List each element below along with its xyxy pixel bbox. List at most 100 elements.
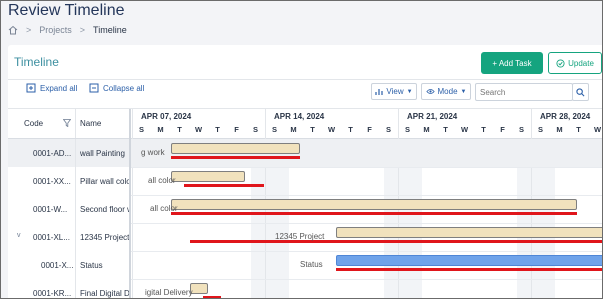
add-task-button[interactable]: + Add Task bbox=[481, 52, 543, 74]
task-bar-label: all color bbox=[148, 176, 176, 185]
task-bar[interactable] bbox=[171, 199, 577, 210]
task-bar[interactable] bbox=[171, 143, 300, 154]
week-label: APR 28, 2024 bbox=[540, 112, 591, 121]
column-divider bbox=[75, 195, 76, 223]
row-name: wall Painting bbox=[80, 148, 125, 158]
week-label: APR 07, 2024 bbox=[141, 112, 192, 121]
day-label: T bbox=[348, 125, 353, 134]
row-name: 12345 Project bbox=[80, 232, 129, 242]
day-label: S bbox=[518, 125, 524, 134]
breadcrumb: > Projects > Timeline bbox=[8, 25, 127, 35]
caret-down-icon: ▼ bbox=[460, 88, 467, 95]
row-name: Final Digital D bbox=[80, 288, 129, 298]
day-label: S bbox=[252, 125, 258, 134]
row-code: 0001-W... bbox=[33, 204, 68, 214]
filter-icon[interactable] bbox=[63, 119, 71, 127]
critical-path-line bbox=[190, 240, 602, 243]
day-label: M bbox=[157, 125, 164, 134]
breadcrumb-current: Timeline bbox=[93, 25, 127, 35]
day-label: M bbox=[290, 125, 297, 134]
caret-down-icon: ▼ bbox=[406, 88, 413, 95]
table-row[interactable]: 12345 Project v 0001-XL... 12345 Project bbox=[8, 223, 602, 252]
day-label: W bbox=[593, 125, 602, 134]
critical-path-line bbox=[171, 156, 300, 159]
task-bar[interactable] bbox=[190, 283, 208, 294]
day-label: S bbox=[271, 125, 277, 134]
row-name: Second floor wa bbox=[80, 204, 129, 214]
check-circle-icon bbox=[556, 58, 565, 68]
day-label: T bbox=[576, 125, 581, 134]
task-bar-label: igital Delivery bbox=[145, 288, 193, 297]
day-label: T bbox=[443, 125, 448, 134]
critical-path-line bbox=[171, 212, 577, 215]
critical-path-line bbox=[336, 268, 602, 271]
task-bar[interactable] bbox=[336, 255, 602, 266]
home-icon[interactable] bbox=[8, 25, 18, 35]
mode-dropdown[interactable]: Mode ▼ bbox=[421, 83, 471, 100]
column-divider bbox=[75, 139, 76, 167]
task-bar-label: Status bbox=[300, 260, 323, 269]
row-code: 0001-X... bbox=[41, 260, 74, 270]
view-label: View bbox=[386, 87, 404, 96]
row-code: 0001-AD... bbox=[33, 148, 72, 158]
expand-all-button[interactable]: Expand all bbox=[26, 83, 77, 93]
task-bar[interactable] bbox=[336, 227, 602, 238]
search-icon bbox=[576, 87, 585, 96]
row-code: 0001-XX... bbox=[33, 176, 71, 186]
day-label: S bbox=[385, 125, 391, 134]
expand-all-label: Expand all bbox=[40, 83, 78, 93]
day-label: F bbox=[500, 125, 505, 134]
collapse-all-label: Collapse all bbox=[103, 83, 145, 93]
day-label: S bbox=[537, 125, 543, 134]
critical-path-line bbox=[184, 184, 264, 187]
table-row[interactable]: all color 0001-W... Second floor wa bbox=[8, 195, 602, 224]
column-header-code[interactable]: Code bbox=[24, 109, 64, 138]
chart-icon bbox=[375, 88, 384, 95]
update-button[interactable]: Update bbox=[548, 52, 602, 74]
breadcrumb-separator: > bbox=[79, 25, 86, 35]
day-label: T bbox=[215, 125, 220, 134]
app-frame: Review Timeline > Projects > Timeline Ti… bbox=[0, 0, 603, 299]
row-name: Pillar wall colo bbox=[80, 176, 129, 186]
pane-splitter[interactable] bbox=[129, 109, 131, 298]
day-label: W bbox=[327, 125, 336, 134]
column-divider bbox=[75, 251, 76, 279]
search-button[interactable] bbox=[572, 83, 589, 101]
breadcrumb-projects[interactable]: Projects bbox=[39, 25, 72, 35]
task-bar-label: 12345 Project bbox=[275, 232, 325, 241]
search-input[interactable] bbox=[475, 83, 573, 101]
view-dropdown[interactable]: View ▼ bbox=[371, 83, 417, 100]
table-row[interactable]: all color 0001-XX... Pillar wall colo bbox=[8, 167, 602, 196]
day-label: F bbox=[234, 125, 239, 134]
column-header-name[interactable]: Name bbox=[80, 109, 125, 138]
eye-icon bbox=[425, 89, 435, 94]
expand-icon bbox=[26, 83, 36, 93]
week-label: APR 14, 2024 bbox=[274, 112, 325, 121]
table-row[interactable]: g work 0001-AD... wall Painting bbox=[8, 139, 602, 168]
table-row[interactable]: Status 0001-X... Status bbox=[8, 251, 602, 280]
day-label: W bbox=[460, 125, 469, 134]
update-label: Update bbox=[568, 58, 594, 68]
collapse-icon bbox=[89, 83, 99, 93]
row-code: 0001-KR... bbox=[33, 288, 72, 298]
task-bar-label: g work bbox=[141, 148, 165, 157]
table-row[interactable]: igital Delivery 0001-KR... Final Digital D bbox=[8, 279, 602, 298]
task-bar-label: all color bbox=[150, 204, 178, 213]
column-divider bbox=[75, 167, 76, 195]
breadcrumb-separator: > bbox=[26, 25, 32, 35]
gantt-grid: Code Name APR 07, 2024 APR 14, 2024 APR 21… bbox=[8, 108, 602, 298]
chevron-down-icon[interactable]: v bbox=[17, 232, 21, 239]
day-label: M bbox=[423, 125, 430, 134]
task-bar[interactable] bbox=[171, 171, 245, 182]
week-label: APR 21, 2024 bbox=[407, 112, 458, 121]
day-label: S bbox=[138, 125, 144, 134]
card-title: Timeline bbox=[14, 55, 59, 69]
timeline-card: Timeline + Add Task Update Expand all Co… bbox=[8, 45, 602, 298]
collapse-all-button[interactable]: Collapse all bbox=[89, 83, 144, 93]
day-label: F bbox=[367, 125, 372, 134]
row-code: 0001-XL... bbox=[33, 232, 70, 242]
day-label: W bbox=[194, 125, 203, 134]
column-divider bbox=[75, 223, 76, 251]
page-title: Review Timeline bbox=[8, 2, 125, 19]
day-label: S bbox=[404, 125, 410, 134]
